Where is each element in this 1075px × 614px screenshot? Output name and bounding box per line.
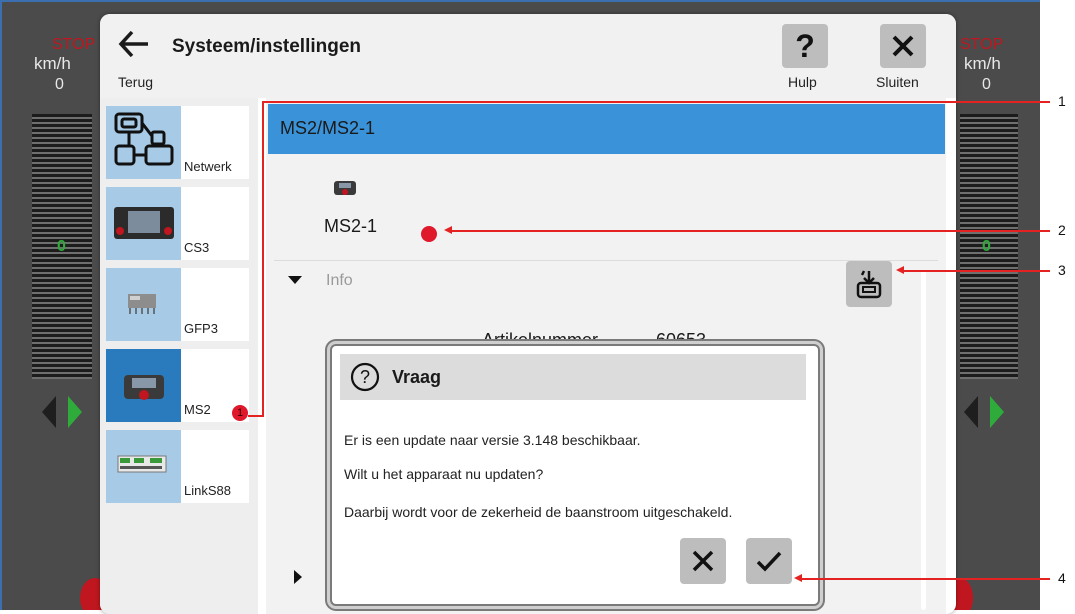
left-direction-left-icon[interactable] — [42, 396, 56, 428]
sidebar-item-links88[interactable]: LinkS88 — [106, 430, 249, 503]
callout-1-number: 1 — [1058, 93, 1066, 109]
close-icon — [692, 550, 714, 572]
help-button[interactable]: ? — [782, 24, 828, 68]
back-button[interactable] — [114, 24, 154, 64]
modal-line-2: Wilt u het apparaat nu updaten? — [344, 466, 544, 482]
question-modal: ? Vraag Er is een update naar versie 3.1… — [330, 344, 820, 606]
expand-down-icon[interactable] — [288, 276, 302, 284]
close-icon — [892, 35, 914, 57]
callout-3-number: 3 — [1058, 262, 1066, 278]
ms2-device-icon — [334, 181, 356, 195]
update-badge: 1 — [232, 405, 248, 421]
sidebar-item-gfp3[interactable]: GFP3 — [106, 268, 249, 341]
help-label: Hulp — [788, 74, 817, 90]
left-stop-label: STOP — [52, 36, 96, 53]
device-sidebar: Netwerk CS3 GFP3 MS2 1 LinkS88 — [100, 98, 258, 614]
scrollbar[interactable] — [921, 270, 926, 610]
sidebar-item-label: Netwerk — [184, 159, 232, 174]
right-mid-value: 0 — [982, 238, 991, 255]
callout-1-foot — [248, 415, 262, 417]
right-direction-right-icon[interactable] — [990, 396, 1004, 428]
gfp3-tile-bg — [106, 268, 181, 341]
info-label[interactable]: Info — [326, 272, 353, 290]
right-unit-label: km/h — [964, 54, 1001, 73]
check-icon — [756, 551, 782, 572]
right-speed-value: 0 — [982, 76, 991, 93]
title-bar: Terug Systeem/instellingen ? Hulp Sluite… — [100, 14, 956, 98]
callout-4-line — [800, 578, 1050, 580]
close-button[interactable] — [880, 24, 926, 68]
links88-module-icon — [117, 455, 167, 473]
modal-line-3: Daarbij wordt voor de zekerheid de baans… — [344, 504, 733, 520]
divider — [274, 260, 938, 261]
expand-right-icon[interactable] — [294, 570, 302, 584]
sidebar-item-ms2[interactable]: MS2 1 — [106, 349, 249, 422]
device-update-icon — [856, 270, 882, 299]
links88-tile-bg — [106, 430, 181, 503]
ms2-tile-bg — [106, 349, 181, 422]
modal-line-1: Er is een update naar versie 3.148 besch… — [344, 432, 641, 448]
update-device-button[interactable] — [846, 261, 892, 307]
network-icon — [114, 112, 174, 166]
sidebar-item-label: GFP3 — [184, 321, 218, 336]
back-label: Terug — [118, 74, 154, 90]
arrow-left-icon — [118, 30, 148, 58]
modal-title: Vraag — [392, 367, 442, 387]
device-name: MS2-1 — [324, 216, 378, 236]
right-direction-left-icon[interactable] — [964, 396, 978, 428]
gfp3-module-icon — [128, 294, 156, 314]
cancel-button[interactable] — [680, 538, 726, 584]
callout-1-vertical — [262, 101, 264, 417]
callout-3-line — [902, 270, 1050, 272]
cs3-device-icon — [114, 207, 174, 239]
cs3-tile-bg — [106, 187, 181, 260]
right-stop-label: STOP — [960, 36, 1004, 53]
help-circle-icon: ? — [350, 362, 380, 392]
sidebar-item-label: LinkS88 — [184, 483, 231, 498]
sidebar-item-cs3[interactable]: CS3 — [106, 187, 249, 260]
page-title: Systeem/instellingen — [172, 36, 362, 57]
callout-4-number: 4 — [1058, 570, 1066, 586]
left-speed-value: 0 — [55, 76, 64, 93]
svg-text:?: ? — [360, 367, 370, 387]
left-mid-value: 0 — [57, 238, 66, 255]
question-icon: ? — [795, 27, 815, 64]
sidebar-item-label: CS3 — [184, 240, 210, 255]
device-path-bar[interactable]: MS2/MS2-1 — [268, 104, 945, 154]
left-direction-right-icon[interactable] — [68, 396, 82, 428]
left-unit-label: km/h — [34, 54, 71, 73]
status-dot — [421, 226, 437, 242]
ms2-handheld-icon — [124, 375, 164, 400]
callout-2-number: 2 — [1058, 222, 1066, 238]
network-tile-bg — [106, 106, 181, 179]
sidebar-item-netwerk[interactable]: Netwerk — [106, 106, 249, 179]
modal-header: ? Vraag — [340, 354, 806, 400]
callout-2-line — [450, 230, 1050, 232]
callout-1-line — [262, 101, 1050, 103]
close-label: Sluiten — [876, 74, 919, 90]
confirm-button[interactable] — [746, 538, 792, 584]
device-path: MS2/MS2-1 — [280, 118, 376, 138]
sidebar-item-label: MS2 — [184, 402, 211, 417]
